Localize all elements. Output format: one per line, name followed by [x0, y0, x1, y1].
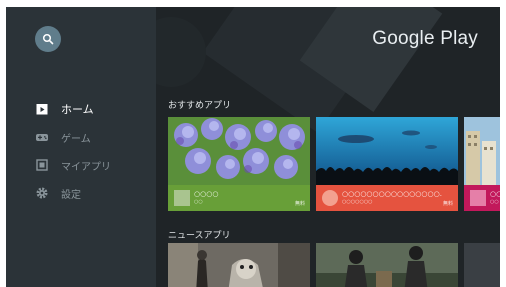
gamepad-icon [35, 130, 49, 144]
search-button[interactable] [35, 26, 61, 52]
news-row [168, 243, 500, 287]
sidebar-item-games[interactable]: ゲーム [35, 123, 111, 151]
news-app-card[interactable] [168, 243, 310, 287]
recommended-row: ○○○○ ○○ 無料 ○○○○○○○○○○○○○○○○. ○○○○○○○ 無料 … [168, 117, 500, 211]
news-banner-image [168, 243, 310, 287]
app-icon [470, 190, 486, 206]
app-subtitle: ○○○○○○○ [342, 199, 373, 205]
app-title: ○○○ [490, 190, 500, 198]
search-icon [42, 30, 54, 49]
news-banner-image [464, 243, 500, 287]
app-card-info: ○○○ ○○ [464, 185, 500, 211]
app-icon [174, 190, 190, 206]
sidebar-item-settings[interactable]: 設定 [35, 179, 111, 207]
news-banner-image [316, 243, 458, 287]
app-icon [322, 190, 338, 206]
background-shape [156, 17, 206, 87]
sidebar-item-label: 設定 [61, 189, 81, 201]
app-price: 無料 [294, 201, 305, 207]
sidebar-item-label: ホーム [61, 103, 94, 116]
sidebar-nav: ホーム ゲーム マイアプリ 設定 [35, 95, 111, 207]
app-title: ○○○○○○○○○○○○○○○○. [342, 190, 442, 198]
main-content: Google Play おすすめアプリ ○○○○ ○○ 無料 ○○○○○○○○○… [156, 7, 500, 287]
google-play-logo: Google Play [372, 28, 478, 49]
app-subtitle: ○○ [490, 199, 499, 205]
app-card[interactable]: ○○○ ○○ [464, 117, 500, 211]
sidebar-item-label: ゲーム [61, 133, 91, 145]
apps-icon [35, 158, 49, 172]
app-card-info: ○○○○ ○○ 無料 [168, 185, 310, 211]
sidebar-item-label: マイアプリ [61, 161, 111, 173]
sidebar: ホーム ゲーム マイアプリ 設定 [6, 7, 156, 287]
news-app-card[interactable] [464, 243, 500, 287]
app-card[interactable]: ○○○○○○○○○○○○○○○○. ○○○○○○○ 無料 [316, 117, 458, 211]
app-banner-image [464, 117, 500, 185]
app-card-info: ○○○○○○○○○○○○○○○○. ○○○○○○○ 無料 [316, 185, 458, 211]
app-title: ○○○○ [194, 190, 219, 198]
home-icon [35, 102, 49, 116]
app-banner-image [168, 117, 310, 185]
sidebar-item-my-apps[interactable]: マイアプリ [35, 151, 111, 179]
tv-screen: ホーム ゲーム マイアプリ 設定 Google Play おすすめアプリ ○○○… [6, 7, 500, 287]
section-title-news: ニュースアプリ [168, 231, 231, 241]
app-subtitle: ○○ [194, 199, 203, 205]
sidebar-item-home[interactable]: ホーム [35, 95, 111, 123]
app-card[interactable]: ○○○○ ○○ 無料 [168, 117, 310, 211]
news-app-card[interactable] [316, 243, 458, 287]
app-banner-image [316, 117, 458, 185]
gear-icon [35, 186, 49, 200]
app-price: 無料 [442, 201, 453, 207]
section-title-recommended: おすすめアプリ [168, 101, 232, 111]
